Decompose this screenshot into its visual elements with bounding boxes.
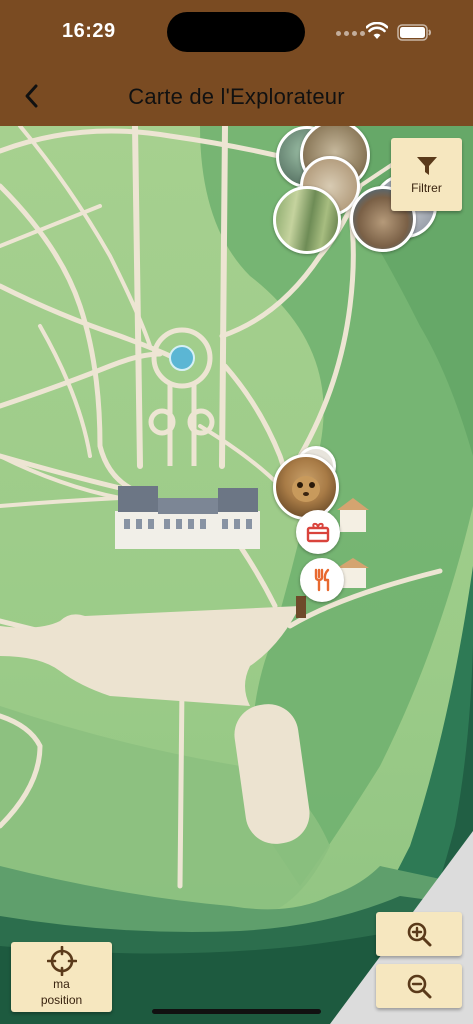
- animal-marker[interactable]: [273, 186, 341, 254]
- dynamic-island: [167, 12, 305, 52]
- my-position-button[interactable]: ma position: [11, 942, 112, 1012]
- funnel-icon: [416, 156, 437, 175]
- fork-knife-icon: [314, 568, 330, 592]
- zoom-out-button[interactable]: [376, 964, 462, 1008]
- gift-shop-icon: [306, 522, 330, 543]
- zoom-out-icon: [407, 974, 432, 999]
- back-button[interactable]: [14, 78, 50, 114]
- chevron-left-icon: [25, 84, 38, 108]
- zoom-in-button[interactable]: [376, 912, 462, 956]
- battery-icon: [397, 24, 431, 41]
- home-indicator: [152, 1009, 321, 1014]
- wifi-icon: [366, 22, 388, 39]
- app-header: 16:29 Carte de l'Explorateur: [0, 0, 473, 126]
- restaurant-marker[interactable]: [300, 558, 344, 602]
- filter-label: Filtrer: [411, 180, 442, 195]
- status-time: 16:29: [62, 20, 116, 42]
- park-map[interactable]: [0, 126, 473, 1024]
- meerkat-icon: [292, 476, 320, 502]
- zoom-in-icon: [407, 922, 432, 947]
- meerkat-marker[interactable]: [273, 454, 339, 520]
- position-label-line1: ma: [53, 977, 70, 991]
- filter-button[interactable]: Filtrer: [391, 138, 462, 211]
- position-label-line2: position: [40, 993, 83, 1007]
- map-background: [0, 126, 473, 1024]
- page-title: Carte de l'Explorateur: [128, 84, 345, 109]
- cellular-signal-icon: [336, 31, 365, 36]
- crosshair-icon: [46, 946, 77, 976]
- shop-marker[interactable]: [296, 510, 340, 554]
- fountain: [169, 345, 195, 371]
